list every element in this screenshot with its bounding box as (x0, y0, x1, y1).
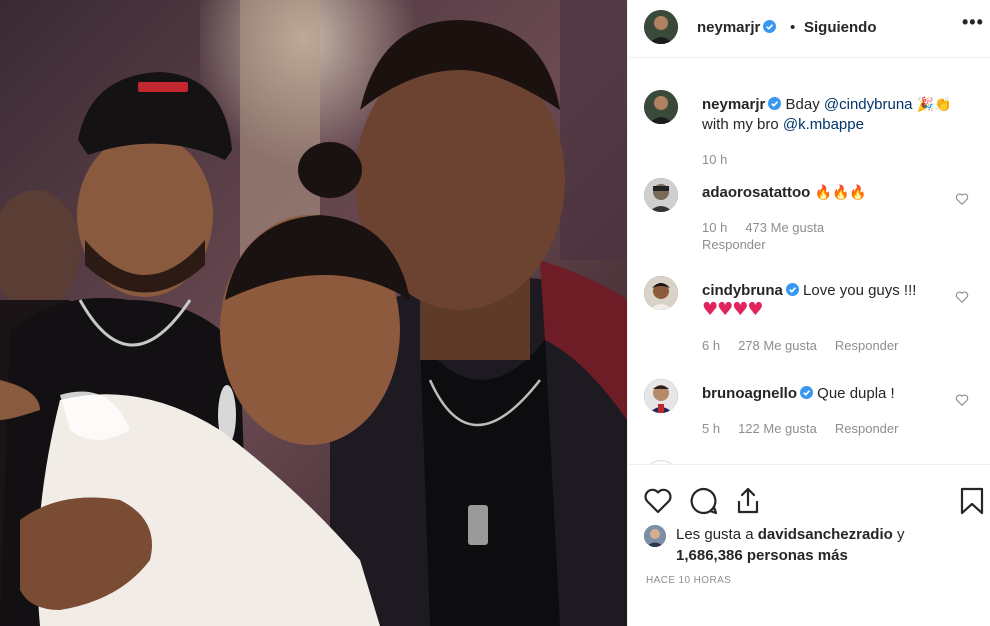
caption-timestamp[interactable]: 10 h (702, 152, 727, 167)
comment-bubble-icon[interactable] (688, 485, 720, 517)
comment-meta: 10 h 473 Me gusta (702, 220, 842, 235)
caption-username[interactable]: neymarjr (702, 96, 765, 113)
reply-button[interactable]: Responder (835, 421, 899, 436)
avatar-image (644, 90, 678, 124)
more-options-icon[interactable]: ••• (962, 12, 984, 33)
verified-badge-icon (800, 386, 813, 399)
comment-like-heart-icon[interactable] (955, 393, 969, 407)
likes-line-2: 1,686,386 personas más (676, 547, 848, 564)
likes-prefix: Les gusta a (676, 526, 758, 543)
reply-button[interactable]: Responder (835, 338, 899, 353)
post-photo[interactable] (0, 0, 627, 626)
caption-time: 10 h (702, 152, 745, 167)
avatar-image (644, 379, 678, 413)
comment-meta: 5 h 122 Me gusta Responder (702, 421, 916, 436)
avatar-image (644, 276, 678, 310)
like-heart-icon[interactable] (642, 485, 674, 517)
comment-likes[interactable]: 122 Me gusta (738, 421, 817, 436)
mention-cindybruna[interactable]: @cindybruna (824, 96, 913, 113)
author-username-text[interactable]: neymarjr (697, 19, 760, 36)
avatar-image (644, 525, 666, 547)
comment-time[interactable]: 5 h (702, 421, 720, 436)
comment-time[interactable]: 6 h (702, 338, 720, 353)
comment-like-heart-icon[interactable] (955, 290, 969, 304)
post-actions: Les gusta a davidsanchezradio y 1,686,38… (628, 464, 990, 626)
caption-avatar[interactable] (644, 90, 678, 124)
comment-body: Love you guys !!! (803, 282, 917, 299)
comment-body: Que dupla ! (817, 385, 895, 402)
comment-time[interactable]: 10 h (702, 220, 727, 235)
reply-button[interactable]: Responder (702, 237, 766, 252)
comment-meta: 6 h 278 Me gusta Responder (702, 338, 916, 353)
post-time-ago[interactable]: HACE 10 HORAS (646, 575, 731, 586)
commenter-avatar[interactable] (644, 178, 678, 212)
comments-list[interactable]: neymarjr Bday @cindybruna 🎉👏 with my bro… (628, 58, 990, 464)
commenter-username[interactable]: adaorosatattoo (702, 184, 810, 201)
photo-illustration (0, 0, 627, 626)
commenter-avatar[interactable] (644, 276, 678, 310)
comment-like-heart-icon[interactable] (955, 192, 969, 206)
likes-count[interactable]: 1,686,386 personas más (676, 547, 848, 564)
liker-avatar[interactable] (644, 525, 666, 547)
commenter-username[interactable]: cindybruna (702, 282, 783, 299)
verified-badge-icon (785, 283, 799, 296)
verified-badge-icon (768, 97, 782, 110)
comment-body: 🔥🔥🔥 (814, 185, 867, 201)
post-header: neymarjr • Siguiendo ••• (628, 0, 990, 58)
save-bookmark-icon[interactable] (958, 485, 986, 517)
comment-likes[interactable]: 473 Me gusta (745, 220, 824, 235)
comment-text: brunoagnello Que dupla ! (702, 384, 962, 403)
caption-emoji: 🎉👏 (916, 97, 952, 113)
author-username[interactable]: neymarjr (697, 19, 777, 36)
mention-kmbappe[interactable]: @k.mbappe (783, 116, 864, 133)
commenter-avatar[interactable] (644, 379, 678, 413)
caption-text: neymarjr Bday @cindybruna 🎉👏 with my bro… (702, 95, 962, 134)
verified-badge-icon (763, 20, 777, 33)
author-avatar[interactable] (644, 10, 678, 44)
liker-username[interactable]: davidsanchezradio (758, 526, 893, 543)
likes-line-1: Les gusta a davidsanchezradio y (676, 526, 904, 543)
comment-likes[interactable]: 278 Me gusta (738, 338, 817, 353)
avatar-image (644, 10, 678, 44)
separator-dot: • (790, 19, 796, 36)
comment-hearts: ♥♥♥♥ (702, 299, 764, 320)
caption-text-mid: with my bro (702, 116, 783, 133)
likes-suffix: y (892, 526, 905, 543)
post-sidebar: neymarjr • Siguiendo ••• neymarjr Bday @… (627, 0, 990, 626)
following-button[interactable]: Siguiendo (804, 19, 877, 36)
share-icon[interactable] (732, 485, 764, 517)
avatar-image (644, 178, 678, 212)
caption-text-before: Bday (785, 96, 824, 113)
comment-text: adaorosatattoo 🔥🔥🔥 (702, 183, 962, 203)
comment-text: cindybruna Love you guys !!! ♥♥♥♥ (702, 281, 962, 320)
commenter-username[interactable]: brunoagnello (702, 385, 797, 402)
